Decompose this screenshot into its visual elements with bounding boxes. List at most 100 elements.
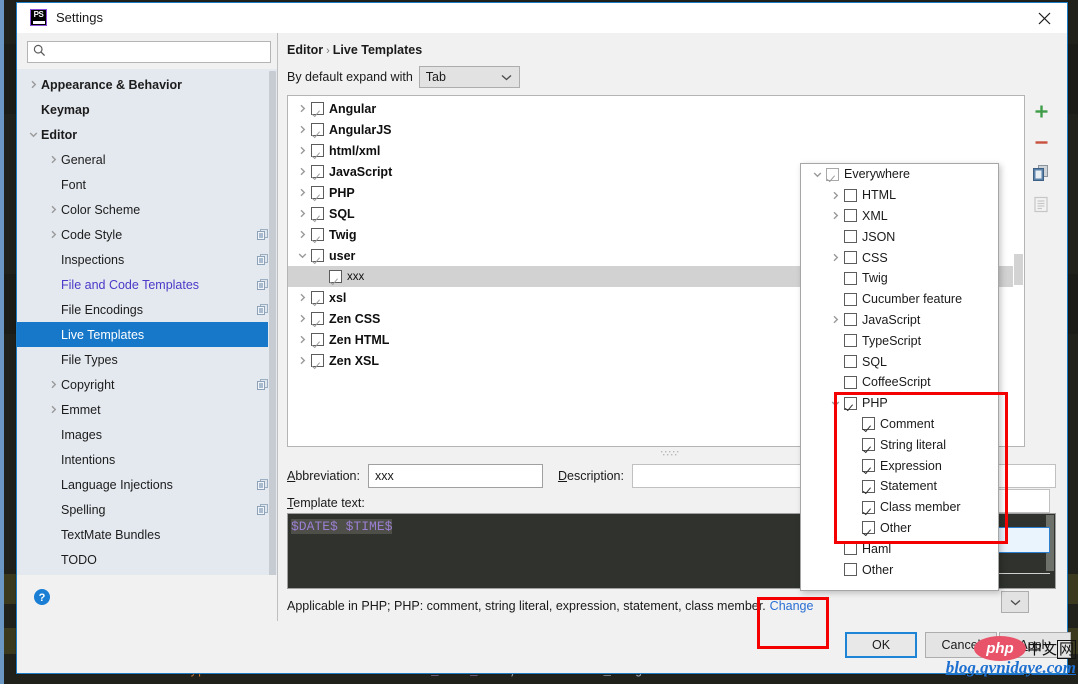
checkbox-checked[interactable] — [311, 333, 324, 346]
chevron-right-icon[interactable] — [826, 191, 844, 200]
context-row[interactable]: Class member — [801, 497, 998, 518]
cancel-button[interactable]: Cancel — [925, 632, 997, 658]
checkbox-checked[interactable] — [844, 397, 857, 410]
chevron-right-icon[interactable] — [294, 356, 311, 365]
chevron-right-icon[interactable] — [45, 405, 61, 414]
chevron-down-icon[interactable] — [294, 251, 311, 260]
template-group-row[interactable]: AngularJS — [288, 119, 1024, 140]
context-row[interactable]: JavaScript — [801, 310, 998, 331]
sidebar-item-keymap[interactable]: Keymap — [17, 97, 277, 122]
chevron-right-icon[interactable] — [45, 155, 61, 164]
sidebar-item-appearance-behavior[interactable]: Appearance & Behavior — [17, 72, 277, 97]
context-row[interactable]: CSS — [801, 247, 998, 268]
checkbox-unchecked[interactable] — [844, 313, 857, 326]
context-row[interactable]: CoffeeScript — [801, 372, 998, 393]
context-row[interactable]: Comment — [801, 414, 998, 435]
sidebar-item-file-and-code-templates[interactable]: File and Code Templates — [17, 272, 277, 297]
sidebar-item-spelling[interactable]: Spelling — [17, 497, 277, 522]
context-row[interactable]: TypeScript — [801, 330, 998, 351]
chevron-right-icon[interactable] — [45, 205, 61, 214]
chevron-right-icon[interactable] — [826, 211, 844, 220]
chevron-right-icon[interactable] — [294, 125, 311, 134]
checkbox-checked[interactable] — [311, 186, 324, 199]
checkbox-checked[interactable] — [311, 354, 324, 367]
restore-defaults-button[interactable] — [1030, 193, 1052, 215]
checkbox-checked[interactable] — [311, 228, 324, 241]
template-group-row[interactable]: html/xml — [288, 140, 1024, 161]
sidebar-item-emmet[interactable]: Emmet — [17, 397, 277, 422]
chevron-right-icon[interactable] — [826, 315, 844, 324]
templates-scrollbar[interactable] — [1013, 96, 1024, 446]
context-row[interactable]: Statement — [801, 476, 998, 497]
chevron-right-icon[interactable] — [45, 380, 61, 389]
checkbox-checked[interactable] — [862, 480, 875, 493]
hidden-select[interactable] — [1001, 591, 1029, 613]
context-row[interactable]: Expression — [801, 455, 998, 476]
sidebar-scrollbar-thumb[interactable] — [269, 71, 276, 575]
checkbox-checked[interactable] — [311, 102, 324, 115]
sidebar-item-textmate-bundles[interactable]: TextMate Bundles — [17, 522, 277, 547]
sidebar-item-plugins[interactable]: Plugins — [17, 572, 277, 575]
checkbox-unchecked[interactable] — [844, 542, 857, 555]
sidebar-item-language-injections[interactable]: Language Injections — [17, 472, 277, 497]
abbreviation-field[interactable] — [368, 464, 543, 488]
checkbox-unchecked[interactable] — [844, 209, 857, 222]
chevron-right-icon[interactable] — [826, 253, 844, 262]
chevron-down-icon[interactable] — [826, 399, 844, 408]
chevron-right-icon[interactable] — [45, 230, 61, 239]
chevron-right-icon[interactable] — [294, 104, 311, 113]
context-row[interactable]: Other — [801, 559, 998, 580]
sidebar-item-todo[interactable]: TODO — [17, 547, 277, 572]
chevron-right-icon[interactable] — [25, 80, 41, 89]
duplicate-template-button[interactable] — [1030, 162, 1052, 184]
context-row[interactable]: Cucumber feature — [801, 289, 998, 310]
chevron-right-icon[interactable] — [294, 146, 311, 155]
abbreviation-input[interactable] — [373, 466, 538, 486]
breadcrumb-root[interactable]: Editor — [287, 43, 323, 57]
checkbox-checked[interactable] — [862, 459, 875, 472]
checkbox-unchecked[interactable] — [844, 355, 857, 368]
checkbox-unchecked[interactable] — [844, 251, 857, 264]
sidebar-item-editor[interactable]: Editor — [17, 122, 277, 147]
checkbox-unchecked[interactable] — [844, 293, 857, 306]
checkbox-checked[interactable] — [311, 165, 324, 178]
checkbox-partial[interactable] — [826, 168, 839, 181]
sidebar-item-color-scheme[interactable]: Color Scheme — [17, 197, 277, 222]
context-row[interactable]: JSON — [801, 226, 998, 247]
sidebar-item-general[interactable]: General — [17, 147, 277, 172]
checkbox-checked[interactable] — [311, 123, 324, 136]
checkbox-unchecked[interactable] — [844, 334, 857, 347]
checkbox-checked[interactable] — [311, 312, 324, 325]
chevron-right-icon[interactable] — [294, 230, 311, 239]
chevron-right-icon[interactable] — [294, 293, 311, 302]
add-template-button[interactable] — [1030, 100, 1052, 122]
sidebar-item-file-types[interactable]: File Types — [17, 347, 277, 372]
context-row[interactable]: Other — [801, 518, 998, 539]
chevron-right-icon[interactable] — [294, 167, 311, 176]
apply-button[interactable]: Apply — [999, 632, 1071, 658]
checkbox-checked[interactable] — [311, 291, 324, 304]
checkbox-unchecked[interactable] — [844, 189, 857, 202]
context-row[interactable]: XML — [801, 206, 998, 227]
search-input[interactable] — [49, 43, 270, 61]
expand-with-select[interactable]: Tab — [419, 66, 520, 88]
checkbox-unchecked[interactable] — [844, 563, 857, 576]
checkbox-checked[interactable] — [311, 249, 324, 262]
chevron-down-icon[interactable] — [25, 130, 41, 139]
checkbox-unchecked[interactable] — [844, 376, 857, 389]
sidebar-item-live-templates[interactable]: Live Templates — [17, 322, 277, 347]
context-row[interactable]: Everywhere — [801, 164, 998, 185]
help-icon[interactable]: ? — [33, 588, 51, 609]
checkbox-unchecked[interactable] — [844, 230, 857, 243]
context-row[interactable]: Twig — [801, 268, 998, 289]
chevron-right-icon[interactable] — [294, 188, 311, 197]
sidebar-item-code-style[interactable]: Code Style — [17, 222, 277, 247]
sidebar-item-file-encodings[interactable]: File Encodings — [17, 297, 277, 322]
context-row[interactable]: HTML — [801, 185, 998, 206]
sidebar-item-copyright[interactable]: Copyright — [17, 372, 277, 397]
sidebar-item-intentions[interactable]: Intentions — [17, 447, 277, 472]
chevron-right-icon[interactable] — [294, 209, 311, 218]
change-contexts-link[interactable]: Change — [770, 599, 814, 613]
checkbox-checked[interactable] — [329, 270, 342, 283]
context-row[interactable]: SQL — [801, 351, 998, 372]
